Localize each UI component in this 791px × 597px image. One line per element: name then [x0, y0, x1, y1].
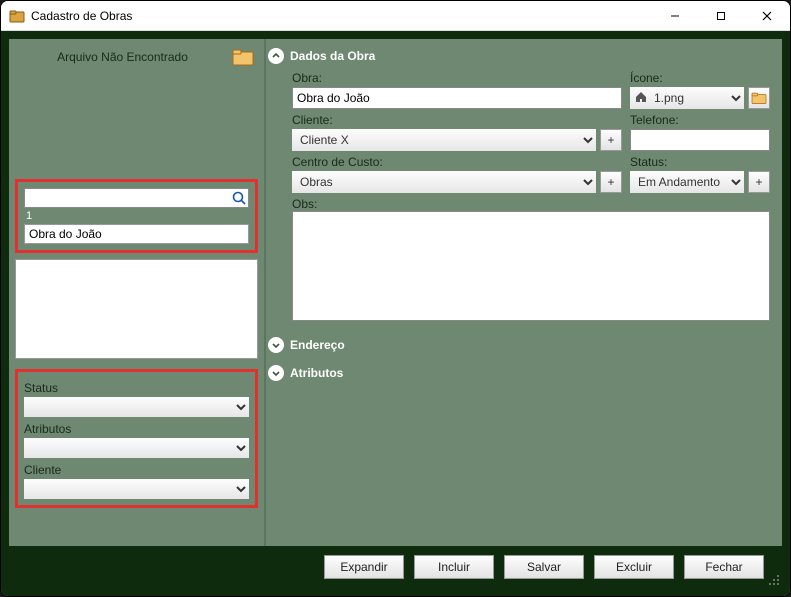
icone-label: Ícone: [630, 71, 770, 85]
expandir-button[interactable]: Expandir [324, 555, 404, 579]
filter-atributos-select[interactable] [24, 438, 249, 458]
salvar-button[interactable]: Salvar [504, 555, 584, 579]
centro-add-button[interactable]: + [600, 171, 622, 193]
chevron-down-icon [268, 365, 284, 381]
status-row: Em Andamento + [630, 171, 770, 193]
icone-row: 1.png [630, 87, 770, 109]
section-endereco-title: Endereço [290, 338, 345, 352]
cliente-add-button[interactable]: + [600, 129, 622, 151]
section-dados-body: Obra: Ícone: 1.png Cliente: Telefone: [266, 67, 776, 328]
maximize-button[interactable] [698, 1, 744, 31]
obra-input[interactable] [292, 87, 622, 109]
section-dados-title: Dados da Obra [290, 49, 375, 63]
chevron-up-icon [268, 48, 284, 64]
obra-label: Obra: [292, 71, 622, 85]
cliente-select[interactable]: Cliente X [292, 129, 596, 151]
section-dados-header[interactable]: Dados da Obra [266, 45, 776, 67]
search-highlight-box: 1 Obra do João [15, 179, 258, 253]
client-area: Arquivo Não Encontrado 1 Obra do João St… [1, 31, 790, 596]
telefone-input[interactable] [630, 129, 770, 151]
cliente-label: Cliente: [292, 113, 622, 127]
status-select[interactable]: Em Andamento [630, 171, 744, 193]
search-icon[interactable] [230, 189, 248, 207]
filter-status-label: Status [24, 381, 249, 395]
file-not-found-label: Arquivo Não Encontrado [19, 50, 226, 64]
chevron-down-icon [268, 337, 284, 353]
section-atributos-header[interactable]: Atributos [266, 362, 776, 384]
filters-highlight-box: Status Atributos Cliente [15, 369, 258, 508]
footer-toolbar: Expandir Incluir Salvar Excluir Fechar [9, 546, 782, 588]
app-window: Cadastro de Obras Arquivo Não Encontrado… [0, 0, 791, 597]
close-button[interactable] [744, 1, 790, 31]
open-folder-icon[interactable] [232, 47, 254, 67]
fechar-button[interactable]: Fechar [684, 555, 764, 579]
section-atributos-title: Atributos [290, 366, 343, 380]
list-item[interactable]: Obra do João [24, 224, 249, 244]
section-endereco-header[interactable]: Endereço [266, 334, 776, 356]
window-title: Cadastro de Obras [31, 9, 652, 23]
image-header: Arquivo Não Encontrado [15, 45, 258, 69]
centro-select[interactable]: Obras [292, 171, 596, 193]
icone-select[interactable]: 1.png [630, 87, 744, 109]
centro-label: Centro de Custo: [292, 155, 622, 169]
resize-grip-icon[interactable] [766, 572, 780, 586]
filter-cliente-label: Cliente [24, 463, 249, 477]
right-panel: Dados da Obra Obra: Ícone: 1.png [264, 39, 782, 588]
minimize-button[interactable] [652, 1, 698, 31]
filter-atributos-label: Atributos [24, 422, 249, 436]
cliente-row: Cliente X + [292, 129, 622, 151]
obs-block: Obs: [292, 195, 770, 324]
obs-textarea[interactable] [292, 211, 770, 321]
telefone-label: Telefone: [630, 113, 770, 127]
left-panel: Arquivo Não Encontrado 1 Obra do João St… [9, 39, 264, 588]
icone-browse-button[interactable] [748, 87, 770, 109]
section-endereco: Endereço [266, 334, 776, 356]
result-count: 1 [26, 210, 249, 222]
section-dados: Dados da Obra Obra: Ícone: 1.png [266, 45, 776, 328]
search-input[interactable] [25, 189, 230, 207]
titlebar: Cadastro de Obras [1, 1, 790, 31]
filter-status-select[interactable] [24, 397, 249, 417]
inner-panel: Arquivo Não Encontrado 1 Obra do João St… [9, 39, 782, 588]
section-atributos: Atributos [266, 362, 776, 384]
app-icon [9, 8, 25, 24]
status-label: Status: [630, 155, 770, 169]
obs-label: Obs: [292, 197, 770, 211]
incluir-button[interactable]: Incluir [414, 555, 494, 579]
status-add-button[interactable]: + [748, 171, 770, 193]
search-row [24, 188, 249, 208]
filter-cliente-select[interactable] [24, 479, 249, 499]
excluir-button[interactable]: Excluir [594, 555, 674, 579]
results-list[interactable] [15, 259, 258, 359]
centro-row: Obras + [292, 171, 622, 193]
